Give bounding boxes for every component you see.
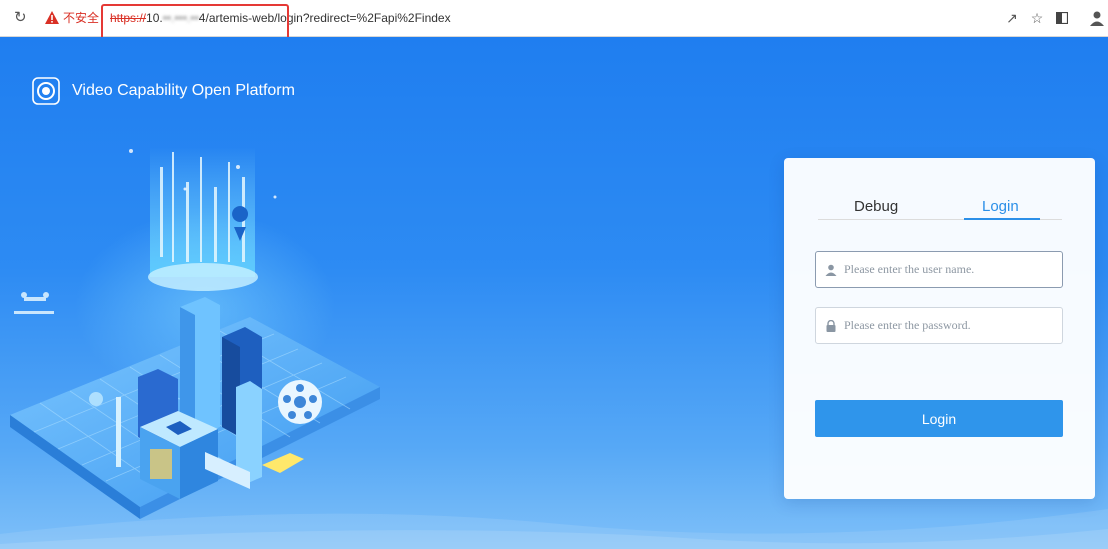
profile-icon[interactable] xyxy=(1088,9,1106,27)
login-button[interactable]: Login xyxy=(815,400,1063,437)
reload-icon[interactable]: ↻ xyxy=(14,10,30,26)
side-panel-icon[interactable] xyxy=(1053,9,1071,27)
login-page: Video Capability Open Platform Debug Log… xyxy=(0,37,1108,549)
smart-city-illustration xyxy=(10,147,380,519)
tab-debug[interactable]: Debug xyxy=(854,198,898,216)
tab-login[interactable]: Login xyxy=(982,198,1019,216)
user-icon xyxy=(825,264,837,276)
platform-logo-icon xyxy=(32,77,60,105)
brand: Video Capability Open Platform xyxy=(32,77,295,105)
insecure-label[interactable]: 不安全 xyxy=(63,11,99,25)
lock-icon xyxy=(826,320,836,332)
active-tab-indicator xyxy=(964,218,1040,220)
browser-address-bar: ↻ 不安全 https://10.••.•••.••4/artemis-web/… xyxy=(0,0,1108,45)
password-field[interactable] xyxy=(815,307,1063,344)
login-card: Debug Login Login xyxy=(784,158,1095,499)
page-title: Video Capability Open Platform xyxy=(72,82,295,99)
username-field[interactable] xyxy=(815,251,1063,288)
share-icon[interactable]: ↗ xyxy=(1003,9,1021,27)
username-input[interactable] xyxy=(844,252,1058,287)
star-icon[interactable]: ☆ xyxy=(1028,9,1046,27)
login-tabs: Debug Login xyxy=(818,198,1062,220)
password-input[interactable] xyxy=(844,308,1058,343)
warning-icon xyxy=(45,11,59,24)
